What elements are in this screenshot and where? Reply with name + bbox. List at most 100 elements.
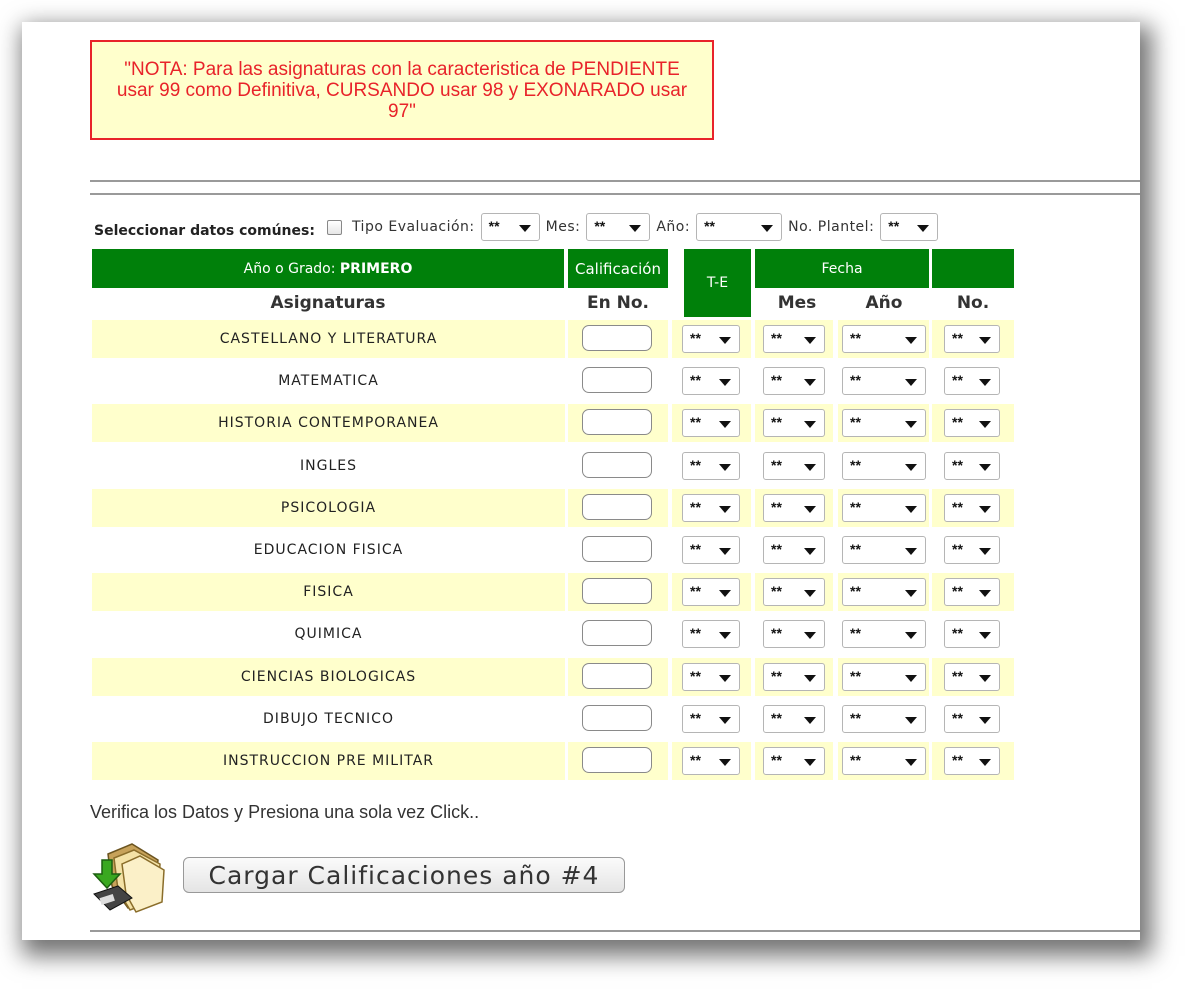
common-data-checkbox[interactable] xyxy=(326,219,342,235)
mes-select[interactable]: ** xyxy=(763,620,825,649)
folder-download-icon xyxy=(92,843,165,913)
mes-select[interactable]: ** xyxy=(586,213,651,241)
no-select[interactable]: ** xyxy=(944,367,1000,396)
subject-name: PSICOLOGIA xyxy=(280,499,377,516)
anio-select[interactable]: ** xyxy=(842,662,926,691)
anio-select[interactable]: ** xyxy=(842,325,926,353)
te-select[interactable]: ** xyxy=(682,747,740,775)
no-select[interactable]: ** xyxy=(944,325,1000,353)
te-select[interactable]: ** xyxy=(682,578,740,607)
select-value: ** xyxy=(690,372,701,389)
select-value: ** xyxy=(952,752,963,768)
subject-name: INSTRUCCION PRE MILITAR xyxy=(222,753,434,769)
subject-name: DIBUJO TECNICO xyxy=(263,710,394,727)
table-row: MATEMATICA ** ** ** ** xyxy=(92,362,1014,400)
chevron-down-icon xyxy=(804,548,816,555)
te-select[interactable]: ** xyxy=(682,620,740,649)
grade-input[interactable] xyxy=(582,578,652,605)
chevron-down-icon xyxy=(979,674,991,682)
mes-select[interactable]: ** xyxy=(763,704,825,733)
select-value: ** xyxy=(771,667,782,684)
no-select[interactable]: ** xyxy=(944,536,1000,564)
te-select[interactable]: ** xyxy=(682,662,740,691)
chevron-down-icon xyxy=(518,225,531,232)
select-value: ** xyxy=(690,330,701,346)
te-select[interactable]: ** xyxy=(682,409,740,438)
grade-input[interactable] xyxy=(582,662,652,689)
chevron-down-icon xyxy=(719,337,731,344)
te-select[interactable]: ** xyxy=(682,325,740,353)
tipo-evaluacion-select[interactable]: ** xyxy=(480,213,540,241)
anio-select[interactable]: ** xyxy=(842,536,926,564)
no-header xyxy=(932,249,1014,288)
no-select[interactable]: ** xyxy=(944,578,1000,607)
no-select[interactable]: ** xyxy=(944,493,1000,522)
mes-select[interactable]: ** xyxy=(763,578,825,607)
no-select[interactable]: ** xyxy=(944,747,1000,775)
plantel-select[interactable]: ** xyxy=(880,213,939,241)
table-row: QUIMICA ** ** ** ** xyxy=(92,615,1014,653)
anio-select[interactable]: ** xyxy=(842,493,926,522)
no-select[interactable]: ** xyxy=(944,620,1000,649)
te-select[interactable]: ** xyxy=(682,704,740,733)
anio-select[interactable]: ** xyxy=(842,578,926,607)
grade-input[interactable] xyxy=(582,704,652,731)
no-select[interactable]: ** xyxy=(944,451,1000,480)
chevron-down-icon xyxy=(804,421,816,429)
no-select[interactable]: ** xyxy=(944,662,1000,691)
select-value: ** xyxy=(850,456,861,473)
grade-input[interactable] xyxy=(582,493,652,520)
grade-input[interactable] xyxy=(582,367,652,394)
plantel-label: No. Plantel: xyxy=(788,219,875,235)
anio-select[interactable]: ** xyxy=(842,620,926,649)
select-value: ** xyxy=(952,625,963,642)
select-value: ** xyxy=(850,498,861,515)
mes-select[interactable]: ** xyxy=(763,325,825,353)
select-value: ** xyxy=(952,414,963,431)
chevron-down-icon xyxy=(719,379,731,387)
te-select[interactable]: ** xyxy=(682,493,740,522)
mes-select[interactable]: ** xyxy=(763,493,825,522)
mes-select[interactable]: ** xyxy=(763,409,825,438)
grade-input[interactable] xyxy=(582,620,652,647)
mes-select[interactable]: ** xyxy=(763,367,825,396)
no-select[interactable]: ** xyxy=(944,704,1000,733)
anio-select[interactable]: ** xyxy=(696,213,783,241)
te-select[interactable]: ** xyxy=(682,367,740,396)
table-row: CIENCIAS BIOLOGICAS ** ** ** ** xyxy=(92,657,1014,696)
select-value: ** xyxy=(771,456,782,473)
submit-button[interactable]: Cargar Calificaciones año #4 xyxy=(183,857,625,893)
no-select[interactable]: ** xyxy=(944,409,1000,438)
te-select[interactable]: ** xyxy=(682,451,740,480)
chevron-down-icon xyxy=(804,505,816,513)
divider xyxy=(90,930,1140,932)
grade-input[interactable] xyxy=(582,747,652,773)
subject-name: QUIMICA xyxy=(294,626,363,643)
select-value: ** xyxy=(850,583,861,600)
anio-select[interactable]: ** xyxy=(842,747,926,775)
grade-input[interactable] xyxy=(582,451,652,478)
table-row: EDUCACION FISICA ** ** ** ** xyxy=(92,531,1014,569)
anio-select[interactable]: ** xyxy=(842,367,926,396)
mes-select[interactable]: ** xyxy=(763,536,825,564)
mes-select[interactable]: ** xyxy=(763,451,825,480)
select-value: ** xyxy=(690,709,701,726)
no-column-header: No. xyxy=(956,293,990,313)
table-row: INSTRUCCION PRE MILITAR ** ** ** ** xyxy=(92,742,1014,780)
chevron-down-icon xyxy=(905,759,917,766)
anio-select[interactable]: ** xyxy=(842,451,926,480)
grade-input[interactable] xyxy=(582,536,652,562)
mes-select[interactable]: ** xyxy=(763,747,825,775)
anio-select[interactable]: ** xyxy=(842,704,926,733)
mes-select[interactable]: ** xyxy=(763,662,825,691)
chevron-down-icon xyxy=(979,548,991,555)
select-value: ** xyxy=(771,498,782,515)
chevron-down-icon xyxy=(905,632,917,640)
grade-input[interactable] xyxy=(582,325,652,351)
select-value: ** xyxy=(771,625,782,642)
te-select[interactable]: ** xyxy=(682,536,740,564)
subject-name: EDUCACION FISICA xyxy=(253,542,404,558)
grade-input[interactable] xyxy=(582,409,652,436)
anio-select[interactable]: ** xyxy=(842,409,926,438)
select-value: ** xyxy=(850,709,861,726)
